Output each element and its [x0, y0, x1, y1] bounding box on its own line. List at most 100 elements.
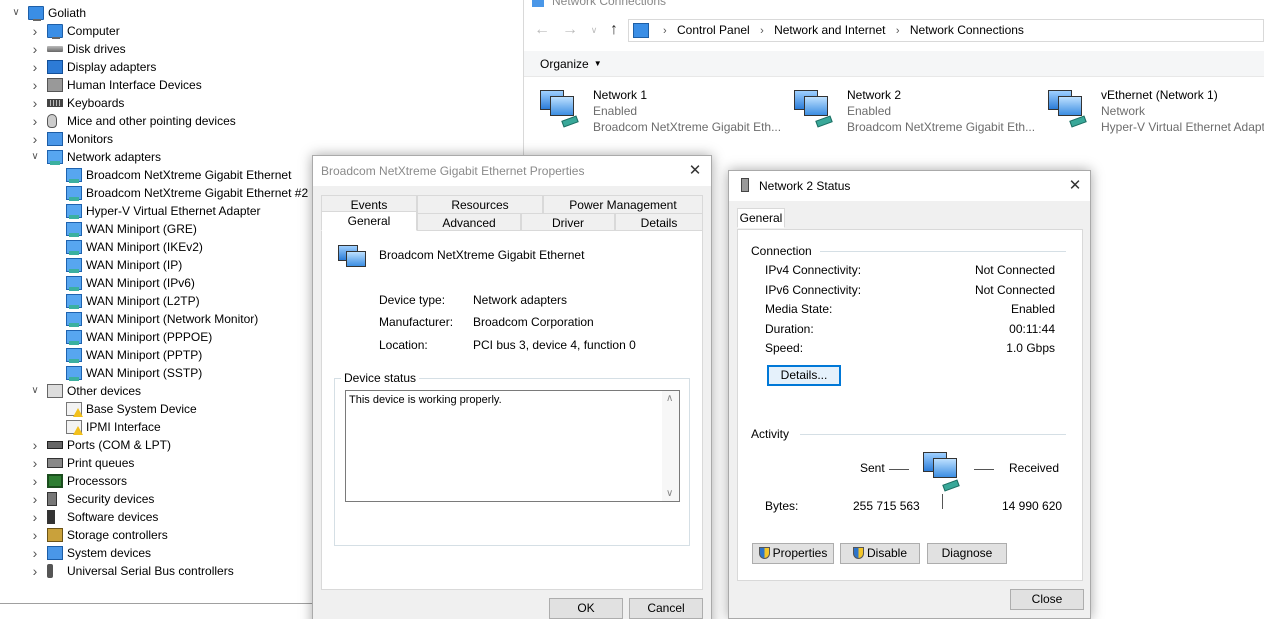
hid-icon — [47, 78, 63, 92]
connection-status: Network — [1101, 104, 1146, 118]
tab-power-management[interactable]: Power Management — [543, 195, 703, 213]
tree-item-label: Universal Serial Bus controllers — [67, 564, 234, 578]
scroll-up-icon[interactable]: ∧ — [666, 393, 673, 404]
ipv4-connectivity-row: IPv4 Connectivity: Not Connected — [765, 263, 1055, 279]
address-bar[interactable]: › Control Panel › Network and Internet ›… — [628, 19, 1264, 42]
connection-name: Network 1 — [593, 88, 648, 102]
organize-button[interactable]: Organize ▼ — [540, 57, 602, 71]
tab-details[interactable]: Details — [615, 213, 703, 231]
tree-item-label: Human Interface Devices — [67, 78, 202, 92]
connection-section-header: Connection — [751, 244, 812, 258]
properties-button[interactable]: Properties — [752, 543, 834, 564]
tree-item-label: Broadcom NetXtreme Gigabit Ethernet #2 — [86, 186, 309, 200]
breadcrumb-network-and-internet[interactable]: Network and Internet — [774, 23, 885, 37]
breadcrumb-control-panel[interactable]: Control Panel — [677, 23, 750, 37]
adapter-properties-dialog: Broadcom NetXtreme Gigabit Ethernet Prop… — [312, 155, 712, 619]
tab-resources[interactable]: Resources — [417, 195, 543, 213]
chevron-right-icon[interactable]: › — [29, 112, 41, 130]
device-type-value: Network adapters — [473, 293, 568, 307]
chevron-right-icon[interactable]: › — [29, 436, 41, 454]
tree-item-label: WAN Miniport (Network Monitor) — [86, 312, 259, 326]
location-value: PCI bus 3, device 4, function 0 — [473, 338, 636, 352]
network-adapter-icon — [338, 243, 368, 271]
received-line — [974, 469, 994, 470]
network-adapter-icon — [66, 312, 82, 327]
chevron-right-icon[interactable]: › — [29, 490, 41, 508]
row-value: Not Connected — [974, 263, 1055, 277]
ok-button[interactable]: OK — [549, 598, 623, 619]
up-arrow-icon[interactable]: ↑ — [604, 20, 624, 40]
details-button[interactable]: Details... — [767, 365, 841, 386]
diagnose-button[interactable]: Diagnose — [927, 543, 1007, 564]
connection-name: vEthernet (Network 1) — [1101, 88, 1218, 102]
back-arrow-icon[interactable]: ← — [532, 20, 552, 40]
software-device-icon — [47, 510, 55, 524]
network-adapter-icon — [66, 366, 82, 381]
dialog-title: Network 2 Status — [759, 179, 851, 193]
tree-item-label: WAN Miniport (GRE) — [86, 222, 197, 236]
scroll-down-icon[interactable]: ∨ — [666, 488, 673, 499]
chevron-right-icon[interactable]: › — [29, 562, 41, 580]
recent-chevron-icon[interactable]: ∨ — [584, 20, 604, 40]
chevron-right-icon[interactable]: › — [29, 472, 41, 490]
caret-down-icon: ▼ — [593, 59, 602, 68]
network-connection-icon — [794, 88, 834, 128]
section-divider — [800, 434, 1066, 435]
chevron-right-icon[interactable]: › — [29, 544, 41, 562]
chevron-down-icon[interactable]: ∨ — [29, 382, 41, 400]
tree-item-label: WAN Miniport (IP) — [86, 258, 183, 272]
tree-item-label: WAN Miniport (IPv6) — [86, 276, 195, 290]
row-label: Duration: — [765, 322, 814, 336]
warning-device-icon — [66, 402, 83, 417]
chevron-right-icon[interactable]: › — [29, 76, 41, 94]
row-value: Not Connected — [974, 283, 1055, 297]
row-value: 1.0 Gbps — [1006, 341, 1055, 355]
connection-network-1[interactable]: Network 1 Enabled Broadcom NetXtreme Gig… — [524, 86, 781, 140]
cancel-button[interactable]: Cancel — [629, 598, 703, 619]
security-device-icon — [47, 492, 57, 506]
port-icon — [47, 441, 63, 449]
activity-network-icon — [923, 452, 967, 492]
close-icon[interactable]: ✕ — [685, 161, 705, 181]
properties-button-label: Properties — [772, 546, 828, 560]
network-status-dialog: Network 2 Status ✕ General Connection IP… — [728, 170, 1091, 619]
sent-label: Sent — [860, 461, 885, 475]
forward-arrow-icon[interactable]: → — [560, 20, 580, 40]
chevron-down-icon[interactable]: ∨ — [29, 148, 41, 166]
chevron-right-icon[interactable]: › — [29, 58, 41, 76]
chevron-right-icon[interactable]: › — [29, 40, 41, 58]
chevron-right-icon[interactable]: › — [29, 130, 41, 148]
tab-general[interactable]: General — [737, 208, 785, 228]
speed-row: Speed: 1.0 Gbps — [765, 341, 1055, 357]
status-panel: Connection IPv4 Connectivity: Not Connec… — [737, 229, 1083, 581]
network-adapter-icon — [66, 276, 82, 291]
row-value: Enabled — [1010, 302, 1055, 316]
tree-item-label: Print queues — [67, 456, 135, 470]
scrollbar[interactable]: ∧ ∨ — [662, 391, 679, 501]
connection-network-2[interactable]: Network 2 Enabled Broadcom NetXtreme Gig… — [778, 86, 1035, 140]
connection-vethernet[interactable]: vEthernet (Network 1) Network Hyper-V Vi… — [1032, 86, 1264, 140]
tab-driver[interactable]: Driver — [521, 213, 615, 231]
network-adapter-icon — [66, 222, 82, 237]
window-title: Network Connections — [532, 0, 666, 8]
chevron-down-icon[interactable]: ∨ — [10, 4, 22, 22]
tree-item-label: Broadcom NetXtreme Gigabit Ethernet — [86, 168, 292, 182]
chevron-right-icon[interactable]: › — [29, 508, 41, 526]
tab-advanced[interactable]: Advanced — [417, 213, 521, 231]
close-button[interactable]: Close — [1010, 589, 1084, 610]
computer-icon — [28, 6, 44, 21]
processor-icon — [47, 474, 63, 488]
disable-button[interactable]: Disable — [840, 543, 920, 564]
breadcrumb-separator: › — [760, 25, 764, 37]
warning-device-icon — [66, 420, 83, 435]
chevron-right-icon[interactable]: › — [29, 94, 41, 112]
breadcrumb-network-connections[interactable]: Network Connections — [910, 23, 1024, 37]
chevron-right-icon[interactable]: › — [29, 22, 41, 40]
chevron-right-icon[interactable]: › — [29, 526, 41, 544]
network-adapter-icon — [66, 348, 82, 363]
general-tab-panel: Broadcom NetXtreme Gigabit Ethernet Devi… — [321, 230, 703, 590]
chevron-right-icon[interactable]: › — [29, 454, 41, 472]
close-icon[interactable]: ✕ — [1065, 176, 1085, 196]
device-status-textbox[interactable]: This device is working properly. ∧ ∨ — [345, 390, 680, 502]
tab-general[interactable]: General — [321, 211, 417, 231]
